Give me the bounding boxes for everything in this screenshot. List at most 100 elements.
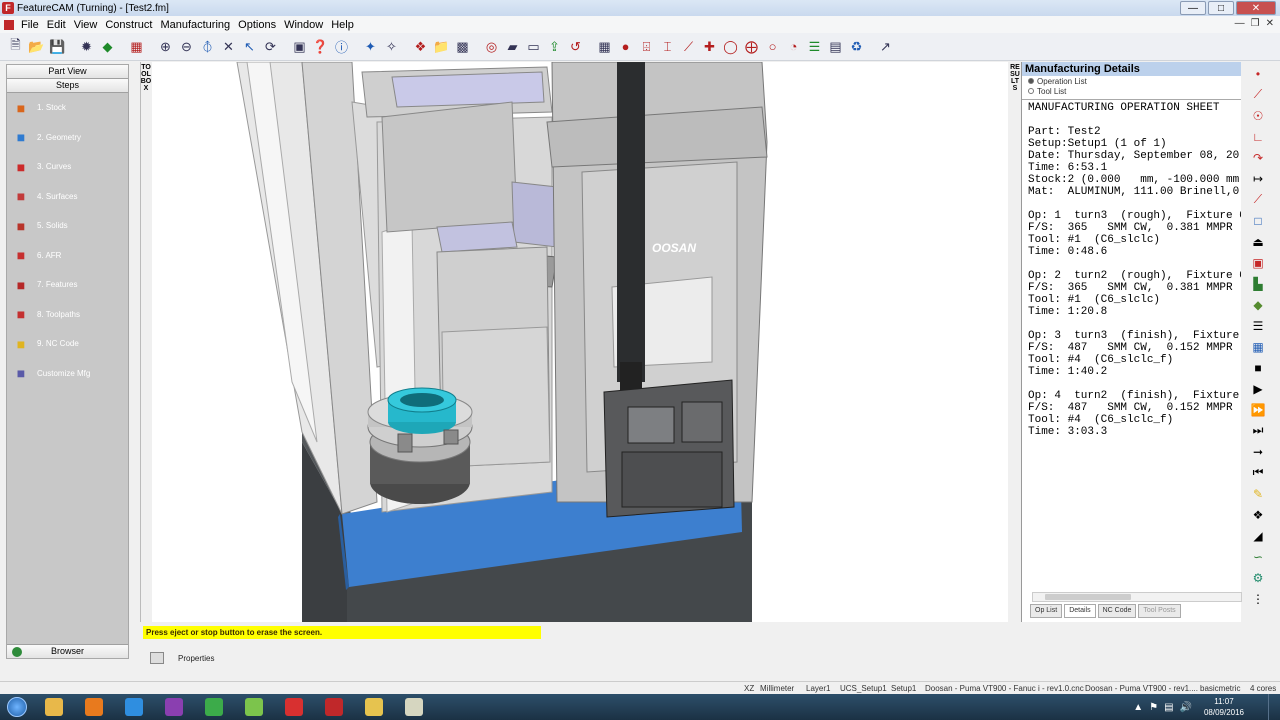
- render-icon[interactable]: ♻: [847, 37, 866, 56]
- arrow-icon[interactable]: ↗: [876, 37, 895, 56]
- solid-icon[interactable]: ◆: [1249, 295, 1267, 314]
- view-3d-icon[interactable]: ❖: [1249, 505, 1267, 524]
- stock-icon[interactable]: ▣: [1249, 253, 1267, 272]
- circle-tangent-icon[interactable]: ○: [763, 37, 782, 56]
- status-post-2[interactable]: Doosan - Puma VT900 - rev1....: [1085, 684, 1198, 693]
- menu-window[interactable]: Window: [280, 19, 327, 31]
- toolbox-label[interactable]: TOOLBOX: [140, 64, 152, 124]
- zoom-window-icon[interactable]: ⦽: [198, 37, 217, 56]
- help-icon[interactable]: ❓: [311, 37, 330, 56]
- step-item[interactable]: ■ 4. Surfaces: [7, 182, 128, 212]
- flag-icon[interactable]: ⚑: [1149, 702, 1158, 713]
- 3d-viewport[interactable]: OOSAN: [152, 62, 1008, 622]
- stop-icon[interactable]: ■: [1249, 358, 1267, 377]
- operation-list-radio[interactable]: Operation List: [1022, 76, 1241, 86]
- steps-header[interactable]: Steps: [7, 79, 128, 93]
- diagonal-line-icon[interactable]: ⟋: [679, 37, 698, 56]
- internet-explorer-icon[interactable]: [114, 694, 154, 720]
- volume-icon[interactable]: 🔊: [1180, 702, 1192, 713]
- step-item[interactable]: ■ 6. AFR: [7, 241, 128, 271]
- steps-icon[interactable]: ✹: [77, 37, 96, 56]
- rotate-icon[interactable]: ⟳: [261, 37, 280, 56]
- tray-arrow-icon[interactable]: ▲: [1133, 702, 1143, 713]
- feature-wizard-icon[interactable]: ▦: [127, 37, 146, 56]
- ucs-icon[interactable]: □: [1249, 211, 1267, 230]
- browser-tab[interactable]: Browser: [7, 644, 128, 658]
- zoom-out-icon[interactable]: ⊖: [177, 37, 196, 56]
- mdi-close-icon[interactable]: ✕: [1266, 18, 1274, 29]
- point-icon[interactable]: ●: [616, 37, 635, 56]
- mdi-minimize-icon[interactable]: —: [1235, 18, 1245, 29]
- toolpath-icon[interactable]: ☰: [1249, 316, 1267, 335]
- line-icon[interactable]: ⌶: [658, 37, 677, 56]
- solid-view-icon[interactable]: ▰: [503, 37, 522, 56]
- play-icon[interactable]: ▶: [1249, 379, 1267, 398]
- tab-tool-posts[interactable]: Tool Posts: [1138, 604, 1181, 618]
- menu-options[interactable]: Options: [234, 19, 280, 31]
- move-icon[interactable]: ⇪: [545, 37, 564, 56]
- grid-icon[interactable]: ▦: [595, 37, 614, 56]
- menu-manufacturing[interactable]: Manufacturing: [156, 19, 234, 31]
- document-icon[interactable]: [4, 19, 14, 30]
- app-red-icon[interactable]: [274, 694, 314, 720]
- zoom-in-icon[interactable]: ⊕: [156, 37, 175, 56]
- arc-icon[interactable]: ↷: [1249, 148, 1267, 167]
- menu-file[interactable]: File: [17, 19, 43, 31]
- results-label[interactable]: RESULTS: [1010, 64, 1020, 124]
- featurecam-app-icon[interactable]: F: [2, 2, 14, 14]
- menu-edit[interactable]: Edit: [43, 19, 70, 31]
- circle-icon[interactable]: ◯: [721, 37, 740, 56]
- tab-details[interactable]: Details: [1064, 604, 1096, 618]
- simulate-icon[interactable]: ▦: [1249, 337, 1267, 356]
- media-player-icon[interactable]: [74, 694, 114, 720]
- crosshair-icon[interactable]: ✚: [700, 37, 719, 56]
- step-through-icon[interactable]: ➞: [1249, 442, 1267, 461]
- open-folder-icon[interactable]: 📂: [27, 37, 46, 56]
- status-setup[interactable]: Setup1: [891, 684, 916, 693]
- status-layer[interactable]: Layer1: [806, 684, 830, 693]
- curve-icon[interactable]: ∽: [1249, 547, 1267, 566]
- toolpath-simulate-icon[interactable]: ◎: [482, 37, 501, 56]
- tool-icon[interactable]: ⚙: [1249, 568, 1267, 587]
- step-item[interactable]: ■ Customize Mfg: [7, 359, 128, 389]
- maximize-button[interactable]: □: [1208, 1, 1234, 15]
- simulation-icon[interactable]: ▣: [290, 37, 309, 56]
- point-icon[interactable]: •: [1249, 64, 1267, 83]
- step-item[interactable]: ■ 3. Curves: [7, 152, 128, 182]
- mdi-restore-icon[interactable]: ❐: [1251, 18, 1260, 29]
- refresh-icon[interactable]: ↺: [566, 37, 585, 56]
- horizontal-scrollbar[interactable]: [1032, 592, 1242, 602]
- circle-center-icon[interactable]: ⨁: [742, 37, 761, 56]
- trim-icon[interactable]: ⟋: [1249, 190, 1267, 209]
- chrome-icon[interactable]: [194, 694, 234, 720]
- close-button[interactable]: ✕: [1236, 1, 1276, 15]
- ucs-icon[interactable]: ▤: [826, 37, 845, 56]
- step-item[interactable]: ■ 1. Stock: [7, 93, 128, 123]
- delete-icon[interactable]: ✕: [219, 37, 238, 56]
- corner-icon[interactable]: ∟: [1249, 127, 1267, 146]
- save-icon[interactable]: 💾: [48, 37, 67, 56]
- transform-icon[interactable]: ✧: [382, 37, 401, 56]
- status-post[interactable]: Doosan - Puma VT900 - Fanuc i - rev1.0.c…: [925, 684, 1084, 693]
- select-pointer-icon[interactable]: ↖: [240, 37, 259, 56]
- operation-sheet[interactable]: MANUFACTURING OPERATION SHEET Part: Test2…: [1022, 99, 1241, 585]
- tool-list-radio[interactable]: Tool List: [1022, 86, 1241, 96]
- line-vertical-icon[interactable]: ⌹: [637, 37, 656, 56]
- stock-wizard-icon[interactable]: ◆: [98, 37, 117, 56]
- featurecam-icon[interactable]: [314, 694, 354, 720]
- scrollbar-thumb[interactable]: [1045, 594, 1131, 600]
- snap-icon[interactable]: ✦: [361, 37, 380, 56]
- context-help-icon[interactable]: ⓘ: [332, 37, 351, 56]
- tab-op-list[interactable]: Op List: [1030, 604, 1063, 618]
- network-icon[interactable]: ▤: [1164, 702, 1173, 713]
- section-icon[interactable]: ◢: [1249, 526, 1267, 545]
- circle-icon[interactable]: ☉: [1249, 106, 1267, 125]
- menu-help[interactable]: Help: [327, 19, 358, 31]
- arc-icon[interactable]: ◔: [784, 37, 803, 56]
- step-forward-icon[interactable]: ⏭: [1249, 421, 1267, 440]
- step-icon[interactable]: ▙: [1249, 274, 1267, 293]
- file-explorer-icon[interactable]: [34, 694, 74, 720]
- curve-tools-icon[interactable]: ❖: [411, 37, 430, 56]
- layers-icon[interactable]: ☰: [805, 37, 824, 56]
- notepad-icon[interactable]: [234, 694, 274, 720]
